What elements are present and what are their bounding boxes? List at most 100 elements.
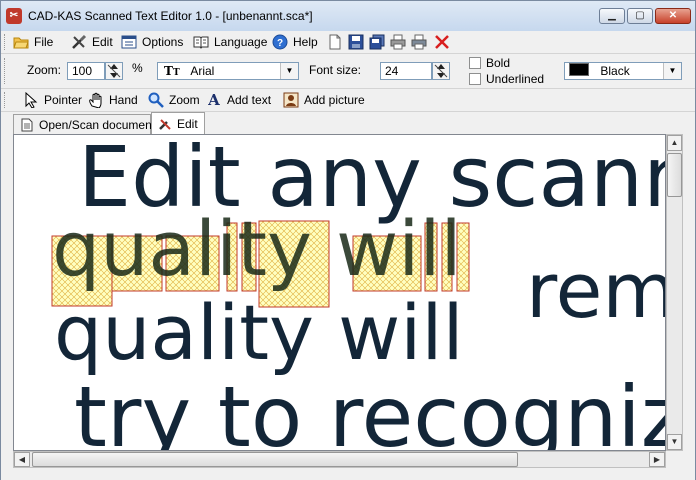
menu-language-label: Language (214, 35, 268, 49)
menu-help[interactable]: ? Help (272, 34, 318, 50)
print-button[interactable] (390, 34, 411, 50)
truetype-icon: TT (164, 64, 180, 78)
new-document-button[interactable] (327, 34, 348, 50)
book-icon (193, 34, 209, 50)
printer-icon (411, 34, 427, 50)
horizontal-scrollbar[interactable]: ◀ ▶ (13, 451, 666, 468)
options-window-icon (121, 34, 137, 50)
save-all-button[interactable] (369, 34, 390, 50)
zoom-tool[interactable]: Zoom (148, 92, 200, 108)
minimize-button[interactable]: ▁ (599, 8, 625, 24)
printer-icon (390, 34, 406, 50)
up-down-arrows-icon (107, 64, 121, 78)
chevron-down-icon[interactable]: ▼ (663, 63, 681, 79)
menu-edit-label: Edit (92, 35, 113, 49)
scrollbar-corner (666, 451, 683, 468)
canvas-text-line-4[interactable]: try to recogniz (74, 375, 665, 450)
zoom-unit-label: % (132, 61, 143, 75)
font-name-value: Arial (190, 64, 215, 78)
bold-checkbox[interactable] (469, 57, 481, 69)
zoom-label: Zoom: (27, 63, 62, 77)
pointer-tool[interactable]: Pointer (23, 91, 83, 109)
menu-file[interactable]: File (13, 34, 53, 50)
color-swatch (569, 63, 589, 76)
magnifier-icon (148, 92, 164, 108)
tools-icon (71, 34, 87, 50)
canvas-text-line-2-recognized[interactable]: quality will (52, 211, 462, 287)
font-size-label: Font size: (309, 63, 362, 77)
vertical-scrollbar[interactable]: ▲ ▼ (666, 134, 683, 451)
tab-open-scan[interactable]: Open/Scan document (13, 114, 155, 134)
toolbar-grip[interactable] (4, 34, 8, 50)
close-button[interactable]: ✕ (655, 8, 691, 24)
window-title: CAD-KAS Scanned Text Editor 1.0 - [unben… (28, 9, 313, 23)
hand-tool[interactable]: Hand (88, 92, 138, 109)
font-name-select[interactable]: TT Arial ▼ (157, 62, 299, 80)
menu-file-label: File (34, 35, 54, 49)
document-icon (20, 118, 34, 132)
scroll-down-icon[interactable]: ▼ (667, 434, 682, 450)
minimize-icon: ▁ (608, 10, 616, 21)
maximize-button[interactable]: ▢ (627, 8, 653, 24)
save-icon (348, 34, 364, 50)
bold-label: Bold (486, 56, 511, 70)
hand-icon (88, 92, 104, 109)
chevron-down-icon[interactable]: ▼ (280, 63, 298, 79)
app-window: ✂ CAD-KAS Scanned Text Editor 1.0 - [unb… (0, 0, 696, 480)
status-bar (1, 468, 695, 480)
font-size-input[interactable]: 24 (380, 62, 432, 80)
toolbar-grip[interactable] (4, 92, 8, 108)
menu-language[interactable]: Language (193, 34, 267, 50)
font-size-stepper[interactable] (432, 62, 450, 80)
title-bar[interactable]: ✂ CAD-KAS Scanned Text Editor 1.0 - [unb… (1, 1, 695, 32)
add-text-tool-label: Add text (227, 93, 272, 107)
zoom-tool-label: Zoom (169, 93, 200, 107)
picture-icon (283, 92, 299, 108)
app-icon[interactable]: ✂ (6, 8, 22, 24)
zoom-input[interactable]: 100 (67, 62, 105, 80)
hand-tool-label: Hand (109, 93, 138, 107)
menu-help-label: Help (293, 35, 318, 49)
up-down-arrows-icon (434, 64, 448, 78)
add-picture-tool-label: Add picture (304, 93, 365, 107)
menu-edit[interactable]: Edit (71, 34, 113, 50)
underlined-label: Underlined (486, 72, 545, 86)
letter-a-icon: A (208, 91, 220, 109)
scroll-left-icon[interactable]: ◀ (14, 452, 30, 467)
delete-x-icon (434, 34, 450, 50)
svg-text:?: ? (277, 38, 283, 49)
canvas-text-line-3[interactable]: quality will (54, 295, 464, 371)
folder-open-icon (13, 34, 29, 50)
underlined-checkbox[interactable] (469, 73, 481, 85)
toolbar-grip[interactable] (4, 58, 8, 84)
zoom-stepper[interactable] (105, 62, 123, 80)
vertical-scroll-thumb[interactable] (667, 153, 682, 197)
tab-edit[interactable]: Edit (151, 112, 205, 134)
tools-toolbar: Pointer Hand Zoom A Add text Add picture (1, 89, 695, 112)
pointer-arrow-icon (23, 91, 39, 109)
format-toolbar: Zoom: 100 % TT Arial ▼ Font size: 24 Bol… (1, 54, 695, 89)
scroll-right-icon[interactable]: ▶ (649, 452, 665, 467)
add-picture-tool[interactable]: Add picture (283, 92, 365, 108)
color-select[interactable]: Black ▼ (564, 62, 682, 80)
tools-icon (158, 117, 172, 131)
delete-button[interactable] (434, 34, 455, 50)
menu-bar: File Edit Options Language ? Help (1, 31, 695, 54)
canvas-text-line-2-right[interactable]: rem (526, 253, 665, 329)
maximize-icon: ▢ (635, 10, 645, 21)
pointer-tool-label: Pointer (44, 93, 83, 107)
tab-open-scan-label: Open/Scan document (39, 117, 156, 132)
close-icon: ✕ (668, 10, 678, 21)
tab-edit-label: Edit (177, 116, 198, 131)
color-name-value: Black (600, 64, 630, 78)
menu-options[interactable]: Options (121, 34, 183, 50)
tab-strip: Open/Scan document Edit (1, 112, 695, 134)
save-all-icon (369, 34, 385, 50)
scroll-up-icon[interactable]: ▲ (667, 135, 682, 151)
help-icon: ? (272, 34, 288, 50)
add-text-tool[interactable]: A Add text (206, 92, 271, 108)
document-canvas[interactable]: Edit any scann quality will rem quality … (13, 134, 666, 451)
horizontal-scroll-thumb[interactable] (32, 452, 518, 467)
print-preview-button[interactable] (411, 34, 432, 50)
save-button[interactable] (348, 34, 369, 50)
